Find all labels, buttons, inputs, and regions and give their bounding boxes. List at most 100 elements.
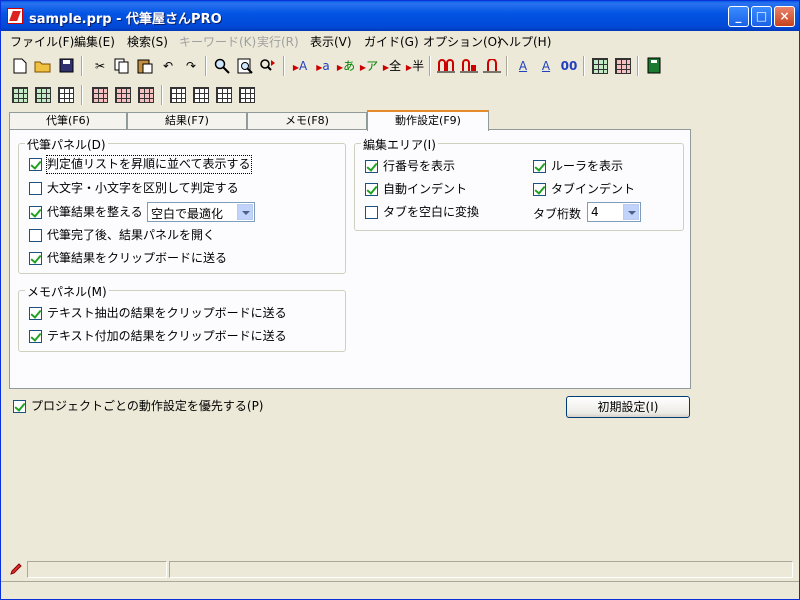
app-window: sample.prp - 代筆屋さんPRO _ □ × ファイル(F) 編集(E… — [0, 0, 800, 600]
icon-label: あ — [343, 59, 356, 73]
option-label: 行番号を表示 — [383, 159, 456, 173]
bottom-bar — [1, 581, 799, 599]
auto-indent-checkbox[interactable] — [365, 183, 378, 196]
toolbar-separator — [161, 85, 163, 105]
minimize-button[interactable]: _ — [728, 6, 749, 27]
chevron-down-icon[interactable] — [623, 204, 639, 220]
format-result-checkbox[interactable] — [29, 206, 42, 219]
grid-plain-icon[interactable] — [55, 84, 77, 106]
memo-append-checkbox[interactable] — [29, 330, 42, 343]
icon-label: 全 — [389, 59, 402, 73]
sort-list-checkbox[interactable] — [29, 158, 42, 171]
main-toolbar: ✂ ↶ ↷ ▶A ▶a ▶あ ▶ア ▶全 ▶半 A A 00 — [3, 53, 703, 79]
menu-options[interactable]: オプション(O) — [423, 33, 502, 50]
line-number-checkbox[interactable] — [365, 160, 378, 173]
icon-label: a — [322, 59, 330, 73]
close-button[interactable]: × — [774, 6, 795, 27]
group-title: 編集エリア(I) — [361, 136, 438, 153]
grid-view-1-icon[interactable] — [167, 84, 189, 106]
tab-indent-checkbox[interactable] — [533, 183, 546, 196]
grid-red-cols-icon[interactable] — [112, 84, 134, 106]
convert-halfwidth-icon[interactable]: ▶半 — [404, 55, 426, 77]
save-icon[interactable] — [55, 55, 77, 77]
icon-label: A — [298, 59, 308, 73]
menu-file[interactable]: ファイル(F) — [10, 33, 74, 50]
ruler-checkbox[interactable] — [533, 160, 546, 173]
option-label: 代筆完了後、結果パネルを開く — [47, 228, 216, 242]
option-label: ルーラを表示 — [551, 159, 624, 173]
reset-defaults-button[interactable]: 初期設定(I) — [566, 396, 690, 418]
option-label: テキスト付加の結果をクリップボードに送る — [47, 329, 287, 343]
icon-label: ア — [366, 59, 379, 73]
tab-width-select[interactable]: 4 — [587, 202, 641, 222]
convert-katakana-icon[interactable]: ▶ア — [358, 55, 380, 77]
toolbar-separator — [429, 56, 431, 76]
insert-left-icon[interactable] — [435, 55, 457, 77]
paste-icon[interactable] — [134, 55, 156, 77]
numbering-icon[interactable]: 00 — [558, 55, 580, 77]
tab-strip: 代筆(F6) 結果(F7) メモ(F8) 動作設定(F9) — [9, 110, 699, 131]
case-sensitive-checkbox[interactable] — [29, 182, 42, 195]
chevron-down-icon[interactable] — [237, 204, 253, 220]
tab-to-space-checkbox[interactable] — [365, 206, 378, 219]
tab-settings[interactable]: 動作設定(F9) — [367, 110, 489, 131]
maximize-button[interactable]: □ — [751, 6, 772, 27]
edit-area-group: 編集エリア(I) 行番号を表示 ルーラを表示 自動インデント タブインデント タ… — [354, 136, 684, 231]
insert-middle-icon[interactable] — [458, 55, 480, 77]
cut-icon[interactable]: ✂ — [89, 55, 111, 77]
tab-result[interactable]: 結果(F7) — [127, 112, 247, 130]
memo-extract-checkbox[interactable] — [29, 307, 42, 320]
menu-search[interactable]: 検索(S) — [127, 33, 168, 50]
tab-memo[interactable]: メモ(F8) — [247, 112, 367, 130]
clipboard-result-checkbox[interactable] — [29, 252, 42, 265]
convert-upper-alpha-icon[interactable]: ▶A — [289, 55, 311, 77]
grid-view-3-icon[interactable] — [213, 84, 235, 106]
align-left-icon[interactable]: A — [512, 55, 534, 77]
find-in-page-icon[interactable] — [234, 55, 256, 77]
replace-icon[interactable] — [257, 55, 279, 77]
menu-view[interactable]: 表示(V) — [310, 33, 352, 50]
menu-edit[interactable]: 編集(E) — [74, 33, 115, 50]
menu-help[interactable]: ヘルプ(H) — [497, 33, 551, 50]
new-file-icon[interactable] — [9, 55, 31, 77]
copy-icon[interactable] — [111, 55, 133, 77]
grid-green-icon[interactable] — [9, 84, 31, 106]
undo-icon[interactable]: ↶ — [157, 55, 179, 77]
project-priority-checkbox[interactable] — [13, 400, 26, 413]
convert-fullwidth-icon[interactable]: ▶全 — [381, 55, 403, 77]
open-result-checkbox[interactable] — [29, 229, 42, 242]
toolbar-separator — [506, 56, 508, 76]
toolbar-separator — [583, 56, 585, 76]
status-pane — [27, 561, 167, 578]
grid-red-icon[interactable] — [89, 84, 111, 106]
grid-view-4-icon[interactable] — [236, 84, 258, 106]
table-add-icon[interactable] — [589, 55, 611, 77]
book-icon[interactable] — [643, 55, 665, 77]
insert-right-icon[interactable] — [481, 55, 503, 77]
convert-lower-alpha-icon[interactable]: ▶a — [312, 55, 334, 77]
grid-red-rows-icon[interactable] — [135, 84, 157, 106]
option-label: 代筆結果をクリップボードに送る — [47, 251, 228, 265]
tab-daihitsu[interactable]: 代筆(F6) — [9, 112, 127, 130]
menu-guide[interactable]: ガイド(G) — [364, 33, 419, 50]
option-label: タブを空白に変換 — [383, 205, 480, 219]
table-remove-icon[interactable] — [612, 55, 634, 77]
grid-toolbar — [3, 82, 303, 108]
align-right-icon[interactable]: A — [535, 55, 557, 77]
menu-keyword[interactable]: キーワード(K) — [179, 33, 256, 50]
format-select[interactable]: 空白で最適化 — [147, 202, 255, 222]
open-folder-icon[interactable] — [32, 55, 54, 77]
grid-green-cols-icon[interactable] — [32, 84, 54, 106]
menu-run[interactable]: 実行(R) — [257, 33, 299, 50]
toolbar-separator — [283, 56, 285, 76]
toolbar-separator — [81, 85, 83, 105]
redo-icon[interactable]: ↷ — [180, 55, 202, 77]
toolbar-separator — [81, 56, 83, 76]
title-bar[interactable]: sample.prp - 代筆屋さんPRO _ □ × — [1, 1, 799, 31]
status-bar — [1, 559, 799, 579]
find-icon[interactable] — [211, 55, 233, 77]
convert-hiragana-icon[interactable]: ▶あ — [335, 55, 357, 77]
tab-width-label: タブ桁数 — [533, 207, 582, 221]
group-title: 代筆パネル(D) — [25, 136, 108, 153]
grid-view-2-icon[interactable] — [190, 84, 212, 106]
